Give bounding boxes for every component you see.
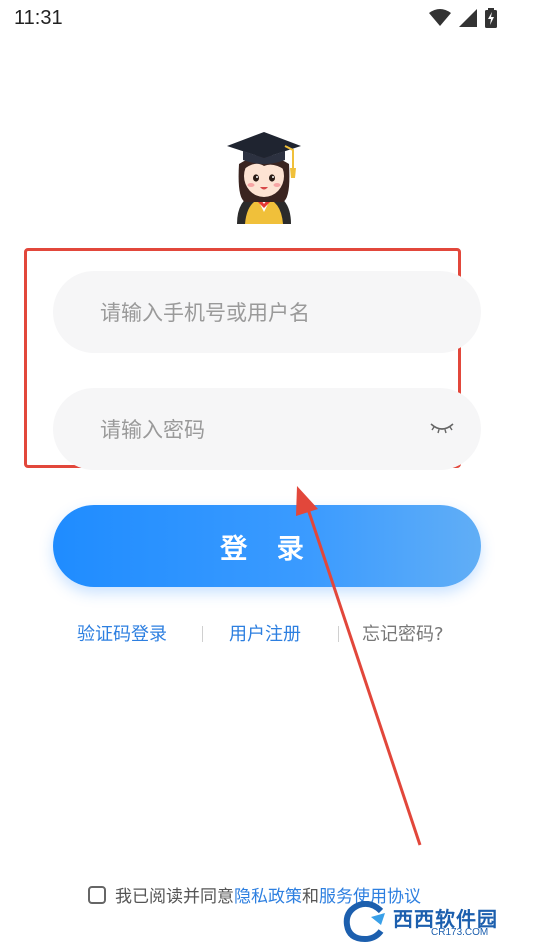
agreement-and: 和 bbox=[302, 887, 319, 907]
password-field[interactable] bbox=[53, 388, 481, 472]
signal-icon bbox=[459, 9, 477, 27]
divider bbox=[202, 626, 203, 642]
secondary-links: 验证码登录 用户注册 忘记密码? bbox=[0, 620, 535, 648]
agreement-prefix: 我已阅读并同意 bbox=[115, 887, 234, 907]
wifi-icon bbox=[429, 9, 451, 26]
register-link[interactable]: 用户注册 bbox=[229, 620, 301, 646]
password-input[interactable] bbox=[98, 388, 432, 472]
divider bbox=[338, 626, 339, 642]
status-icons bbox=[429, 8, 497, 28]
username-field[interactable] bbox=[53, 271, 481, 355]
watermark-c-icon bbox=[343, 900, 385, 943]
agree-checkbox[interactable] bbox=[88, 885, 106, 904]
forgot-password-link[interactable]: 忘记密码? bbox=[362, 620, 444, 646]
privacy-policy-link[interactable]: 隐私政策 bbox=[234, 882, 302, 907]
graduate-girl-mascot bbox=[227, 132, 301, 224]
sms-login-link[interactable]: 验证码登录 bbox=[77, 620, 167, 646]
watermark-logo: 西西软件园 CR173.COM bbox=[341, 900, 519, 943]
battery-charging-icon bbox=[485, 8, 497, 28]
status-time: 11:31 bbox=[14, 7, 63, 29]
eye-closed-icon[interactable] bbox=[429, 418, 455, 438]
login-button[interactable]: 登 录 bbox=[53, 505, 481, 587]
watermark-site: CR173.COM bbox=[431, 927, 489, 938]
username-input[interactable] bbox=[98, 271, 432, 355]
status-bar: 11:31 bbox=[0, 0, 535, 40]
